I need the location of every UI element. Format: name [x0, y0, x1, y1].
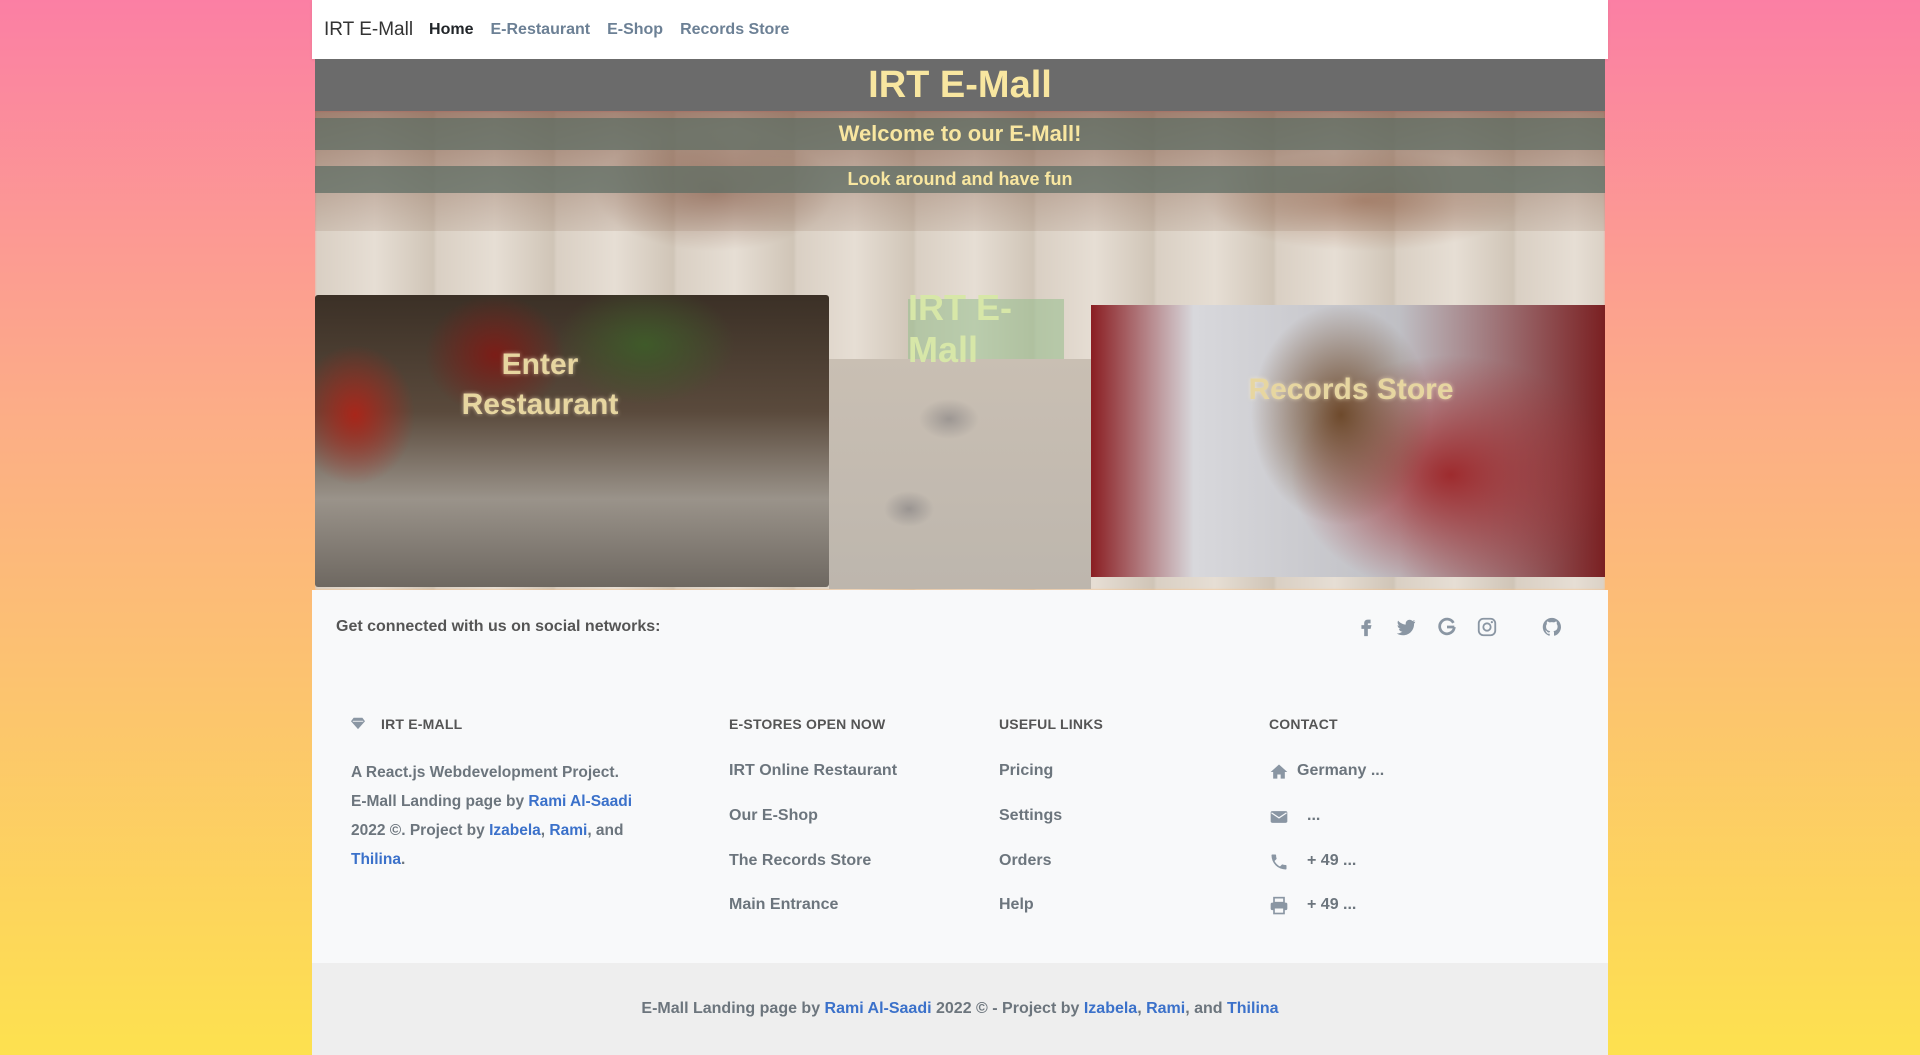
footer-useful-links: Useful links Pricing Settings Orders Hel…: [999, 716, 1199, 936]
about-member-rami-link[interactable]: Rami: [549, 822, 587, 839]
footer-useful-heading: Useful links: [999, 716, 1104, 732]
useful-link-pricing[interactable]: Pricing: [999, 762, 1053, 780]
contact-address: Germany ...: [1297, 762, 1385, 779]
copyright-member-rami-link[interactable]: Rami: [1146, 1000, 1185, 1018]
envelope-icon: [1269, 807, 1289, 827]
nav-item-e-restaurant[interactable]: E-Restaurant: [491, 21, 591, 39]
about-line-1: A React.js Webdevelopment Project.: [351, 764, 619, 781]
store-link-e-shop[interactable]: Our E-Shop: [729, 807, 818, 825]
nav-item-records-store[interactable]: Records Store: [680, 21, 789, 39]
about-line-2-prefix: E-Mall Landing page by: [351, 793, 529, 810]
contact-fax: + 49 ...: [1307, 896, 1357, 913]
github-icon[interactable]: [1541, 616, 1563, 638]
footer-stores-heading: E-Stores open now: [729, 716, 886, 732]
instagram-icon[interactable]: [1476, 616, 1498, 638]
copyright-author-link[interactable]: Rami Al-Saadi: [825, 1000, 932, 1018]
about-member-izabela-link[interactable]: Izabela: [489, 822, 541, 839]
social-bar: Get connected with us on social networks…: [312, 590, 1608, 667]
enter-restaurant-panel[interactable]: Enter Restaurant: [315, 295, 829, 587]
records-store-panel[interactable]: Records Store: [1091, 305, 1605, 577]
about-author-link[interactable]: Rami Al-Saadi: [528, 793, 632, 810]
store-link-restaurant[interactable]: IRT Online Restaurant: [729, 762, 897, 780]
copyright-member-izabela-link[interactable]: Izabela: [1084, 1000, 1137, 1018]
footer-stores: E-Stores open now IRT Online Restaurant …: [729, 716, 959, 936]
copyright-middle: 2022 © - Project by: [931, 1000, 1084, 1017]
copyright-separator: ,: [1137, 1000, 1147, 1017]
nav-item-e-shop[interactable]: E-Shop: [607, 21, 663, 39]
footer-about-heading-row: IRT E-Mall: [351, 716, 641, 732]
mall-floor-image: [829, 359, 1091, 589]
google-icon[interactable]: [1436, 616, 1458, 638]
footer-links: IRT E-Mall A React.js Webdevelopment Pro…: [312, 666, 1608, 963]
store-link-records[interactable]: The Records Store: [729, 852, 871, 870]
copyright-member-thilina-link[interactable]: Thilina: [1227, 1000, 1279, 1018]
navbar: IRT E-Mall Home E-Restaurant E-Shop Reco…: [312, 0, 1608, 59]
hero-tagline: Look around and have fun: [315, 166, 1605, 193]
gem-icon: [351, 716, 365, 730]
twitter-icon[interactable]: [1395, 616, 1417, 638]
about-member-thilina-link[interactable]: Thilina: [351, 851, 401, 868]
store-link-main-entrance[interactable]: Main Entrance: [729, 896, 838, 914]
hero-welcome: Welcome to our E-Mall!: [315, 118, 1605, 150]
footer-contact-heading: Contact: [1269, 716, 1338, 732]
social-text: Get connected with us on social networks…: [336, 618, 661, 635]
contact-email: ...: [1307, 807, 1321, 824]
contact-phone: + 49 ...: [1307, 852, 1357, 869]
footer-about: IRT E-Mall A React.js Webdevelopment Pro…: [351, 716, 641, 874]
about-line-3-prefix: 2022 ©. Project by: [351, 822, 490, 839]
home-icon: [1269, 762, 1289, 782]
facebook-icon[interactable]: [1355, 616, 1377, 638]
about-and: , and: [587, 822, 624, 839]
copyright-bar: E-Mall Landing page by Rami Al-Saadi 202…: [312, 963, 1608, 1055]
nav-item-home[interactable]: Home: [429, 21, 473, 39]
hero-title: IRT E-Mall: [868, 63, 1052, 106]
main-entrance-logo[interactable]: IRT E-Mall: [908, 287, 1064, 370]
printer-icon: [1269, 896, 1289, 916]
hero-section: IRT E-Mall Welcome to our E-Mall! Look a…: [315, 59, 1605, 590]
copyright-prefix: E-Mall Landing page by: [641, 1000, 825, 1017]
about-end: .: [400, 851, 406, 868]
records-store-label: Records Store: [1248, 373, 1454, 406]
copyright-and: , and: [1185, 1000, 1227, 1017]
phone-icon: [1269, 852, 1289, 872]
useful-link-settings[interactable]: Settings: [999, 807, 1062, 825]
page: IRT E-Mall Home E-Restaurant E-Shop Reco…: [312, 0, 1608, 1055]
footer-about-heading: IRT E-Mall: [381, 716, 463, 732]
footer-about-text: A React.js Webdevelopment Project. E-Mal…: [351, 758, 641, 874]
useful-link-orders[interactable]: Orders: [999, 852, 1051, 870]
useful-link-help[interactable]: Help: [999, 896, 1034, 914]
hero-title-bar: IRT E-Mall: [315, 59, 1605, 111]
navbar-brand[interactable]: IRT E-Mall: [324, 19, 413, 41]
enter-restaurant-label: Enter Restaurant: [461, 348, 619, 421]
main-entrance-label: IRT E-Mall: [908, 287, 1012, 370]
footer-contact: Contact Germany ... ... + 49 ... + 49 ..…: [1269, 716, 1499, 936]
